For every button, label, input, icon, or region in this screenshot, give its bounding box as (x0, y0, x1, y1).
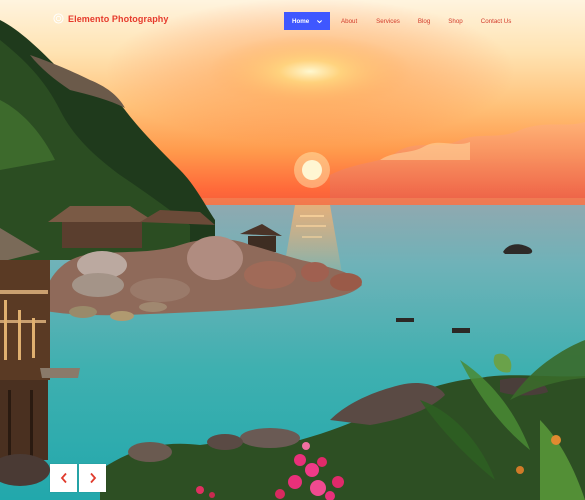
nav-item-contact-us[interactable]: Contact Us (481, 12, 512, 30)
nav-item-about[interactable]: About (341, 12, 357, 30)
site-header: Elemento Photography Home About Services… (0, 0, 585, 44)
chevron-down-icon[interactable] (316, 18, 323, 25)
nav-item-home[interactable]: Home (284, 12, 330, 30)
main-nav: Home About Services Blog Shop Contact Us (284, 12, 511, 30)
slider-arrows (50, 464, 106, 492)
site-brand[interactable]: Elemento Photography (53, 13, 169, 24)
site-title: Elemento Photography (68, 13, 169, 24)
sun-circle-icon (53, 13, 64, 24)
nav-item-shop[interactable]: Shop (448, 12, 462, 30)
chevron-left-icon (60, 472, 67, 484)
nav-item-blog[interactable]: Blog (418, 12, 430, 30)
chevron-right-icon (89, 472, 96, 484)
slider-next-button[interactable] (79, 464, 106, 492)
nav-item-services[interactable]: Services (376, 12, 400, 30)
nav-item-label: Home (292, 17, 310, 25)
hero-slider: Elemento Photography Home About Services… (0, 0, 585, 500)
slider-prev-button[interactable] (50, 464, 77, 492)
hero-image (0, 0, 585, 500)
